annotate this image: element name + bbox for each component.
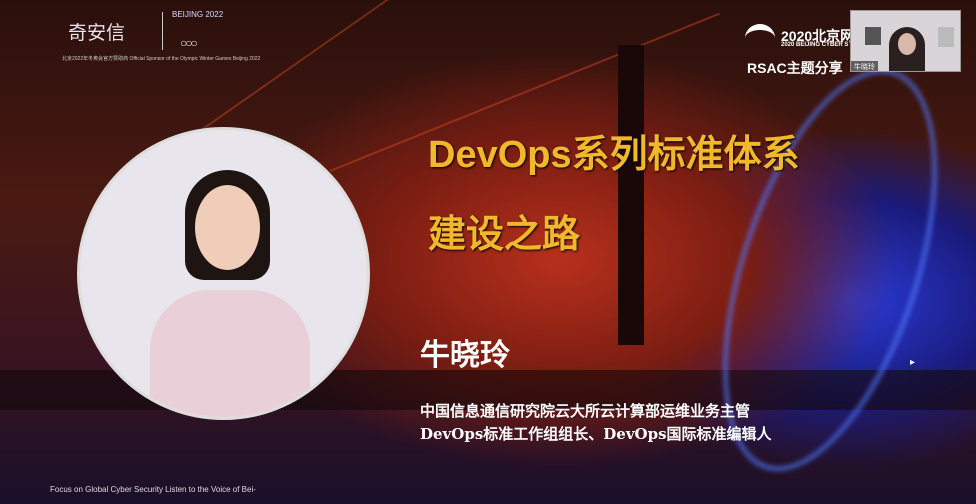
event-emblem-icon: [745, 24, 775, 52]
webcam-thumbnail[interactable]: 牛晓玲: [850, 10, 961, 72]
brand-name: 奇安信: [68, 22, 126, 44]
portrait-face: [195, 185, 260, 270]
title-line-1: DevOps系列标准体系: [428, 134, 800, 176]
speaker-face: [898, 33, 916, 55]
event-subtitle: 2020 BEIJING CYBER S: [781, 42, 849, 48]
session-title: RSAC主题分享: [747, 60, 843, 76]
mouse-cursor-icon: ▸: [910, 357, 916, 368]
wall-picture: [865, 27, 881, 45]
slide-footer: Focus on Global Cyber Security Listen to…: [50, 485, 256, 494]
title-line-2: 建设之路: [428, 214, 581, 256]
sponsor-text: 北京2022年冬奥会官方赞助商 Official Sponsor of the …: [62, 56, 261, 62]
speaker-portrait: [77, 127, 370, 420]
affiliation-line-2: DevOps标准工作组组长、DevOps国际标准编辑人: [420, 425, 772, 443]
olympic-rings-icon: ○○○: [180, 36, 198, 50]
logo-divider: [162, 12, 163, 50]
affiliation-line-1: 中国信息通信研究院云大所云计算部运维业务主管: [420, 402, 751, 420]
wall-picture: [938, 27, 954, 47]
participant-name-label: 牛晓玲: [851, 61, 878, 71]
portrait-body: [150, 290, 310, 417]
light-beam: [199, 0, 447, 132]
olympic-emblem: BEIJING 2022: [172, 10, 224, 19]
slide-title: DevOps系列标准体系 建设之路: [428, 115, 800, 275]
speaker-affiliation: 中国信息通信研究院云大所云计算部运维业务主管 DevOps标准工作组组长、Dev…: [420, 400, 772, 446]
speaker-name: 牛晓玲: [420, 339, 510, 372]
